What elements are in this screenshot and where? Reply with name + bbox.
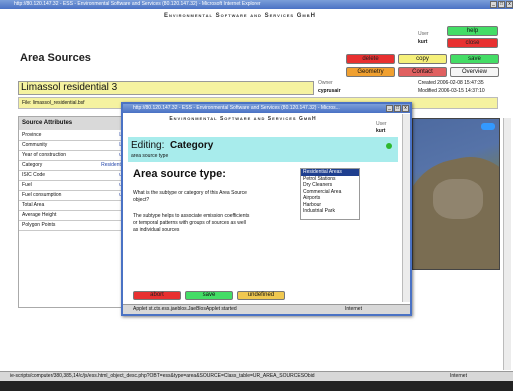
file-label: File: limassol_residential.bsf [22, 100, 85, 106]
attributes-header: Source Attributes [19, 117, 125, 130]
popup-title: http://80.120.147.32 - ESS - Environment… [133, 105, 340, 111]
copy-button[interactable]: copy [398, 54, 447, 64]
attribute-label: Year of construction [22, 152, 67, 158]
popup-statusbar: Applet st.ctx.ess.jaeblos.JaeBlosApplet … [123, 304, 410, 314]
owner-value: cyprusair [318, 88, 341, 94]
record-name: Limassol residential 3 [21, 82, 118, 93]
popup-user-name: kurt [376, 128, 386, 134]
attributes-panel: Source Attributes ProvinceLCommunityLYea… [18, 116, 126, 308]
undefined-button[interactable]: undefined [237, 291, 285, 300]
modified-date: Modified 2006-03-15 14:37:10 [418, 88, 485, 94]
help-button[interactable]: help [447, 26, 498, 36]
attribute-label: Fuel consumption [22, 192, 62, 198]
attribute-row[interactable]: Average Height [19, 211, 125, 221]
attribute-label: ISIC Code [22, 172, 46, 178]
browser-status-zone: Internet [450, 373, 467, 379]
attribute-label: Total Area [22, 202, 45, 208]
attribute-row[interactable]: Polygon Points [19, 221, 125, 231]
attribute-row[interactable]: Category Residenti [19, 161, 125, 171]
user-name: kurt [418, 39, 428, 45]
popup-help-text: The subtype helps to associate emission … [133, 213, 250, 233]
contact-button[interactable]: Contact [398, 67, 447, 77]
popup-status-zone: Internet [345, 306, 362, 312]
delete-button[interactable]: delete [346, 54, 395, 64]
editing-prefix: Editing: [131, 140, 165, 151]
page-scrollbar[interactable] [503, 118, 511, 370]
abort-button[interactable]: abort [133, 291, 181, 300]
browser-titlebar: http://80.120.147.32 - ESS - Environment… [0, 0, 513, 9]
close-icon[interactable]: x [506, 1, 513, 8]
save-button[interactable]: save [450, 54, 499, 64]
attribute-label: Average Height [22, 212, 57, 218]
minimize-icon[interactable]: _ [490, 1, 497, 8]
maximize-icon[interactable]: □ [498, 1, 505, 8]
category-popup-window: http://80.120.147.32 - ESS - Environment… [121, 102, 412, 316]
popup-user-label: User [376, 121, 387, 127]
attribute-label: Province [22, 132, 42, 138]
attribute-label: Fuel [22, 182, 32, 188]
attribute-label: Category [22, 162, 43, 168]
browser-statusbar: ie-scripts/computer/380,385,14/c/js/ess.… [0, 371, 513, 381]
popup-titlebar: http://80.120.147.32 - ESS - Environment… [123, 104, 410, 113]
record-name-bar: Limassol residential 3 [18, 81, 314, 95]
popup-close-icon[interactable]: x [402, 105, 409, 112]
popup-question: What is the subtype or category of this … [133, 190, 247, 203]
attribute-row[interactable]: Year of constructionu [19, 151, 125, 161]
attribute-row[interactable]: ISIC Codeu [19, 171, 125, 181]
popup-scrollbar[interactable] [402, 114, 410, 302]
attribute-row[interactable]: ProvinceL [19, 131, 125, 141]
help-info-icon[interactable] [386, 143, 392, 149]
attribute-row[interactable]: Fuel consumptionu [19, 191, 125, 201]
owner-label: Owner [318, 80, 333, 86]
editing-field: Category [170, 140, 214, 151]
user-label: User [418, 31, 429, 37]
close-button[interactable]: close [447, 38, 498, 48]
popup-status-text: Applet st.ctx.ess.jaeblos.JaeBlosApplet … [133, 306, 237, 312]
geometry-button[interactable]: Geometry [346, 67, 395, 77]
map-urban-area [433, 179, 483, 219]
attribute-row[interactable]: CommunityL [19, 141, 125, 151]
category-options-list[interactable]: Residential Areas Petrol Stations Dry Clea… [300, 168, 360, 220]
page-title: Area Sources [20, 52, 91, 64]
popup-maximize-icon[interactable]: □ [394, 105, 401, 112]
category-option[interactable]: Industrial Park [301, 208, 359, 215]
browser-title: http://80.120.147.32 - ESS - Environment… [14, 1, 261, 7]
created-date: Created 2006-02-08 15:47:35 [418, 80, 484, 86]
browser-status-url: ie-scripts/computer/380,385,14/c/js/ess.… [10, 373, 315, 379]
attribute-label: Community [22, 142, 48, 148]
attribute-row[interactable]: Total Area [19, 201, 125, 211]
attribute-label: Polygon Points [22, 222, 56, 228]
company-name: Environmental Software and Services GmbH [164, 13, 316, 19]
popup-minimize-icon[interactable]: _ [386, 105, 393, 112]
attribute-row[interactable]: Fuelu [19, 181, 125, 191]
attribute-value: Residenti [101, 162, 122, 168]
overview-button[interactable]: Overview [450, 67, 499, 77]
bottom-band [0, 381, 513, 391]
popup-heading: Area source type: [133, 168, 226, 180]
map-view[interactable] [412, 118, 500, 270]
popup-save-button[interactable]: save [185, 291, 233, 300]
map-zoom-badge[interactable] [481, 123, 495, 130]
editing-sub: area source type [131, 153, 169, 159]
editing-bar: Editing: Category area source type [128, 137, 398, 162]
popup-company: Environmental Software and Services GmbH [169, 116, 317, 122]
